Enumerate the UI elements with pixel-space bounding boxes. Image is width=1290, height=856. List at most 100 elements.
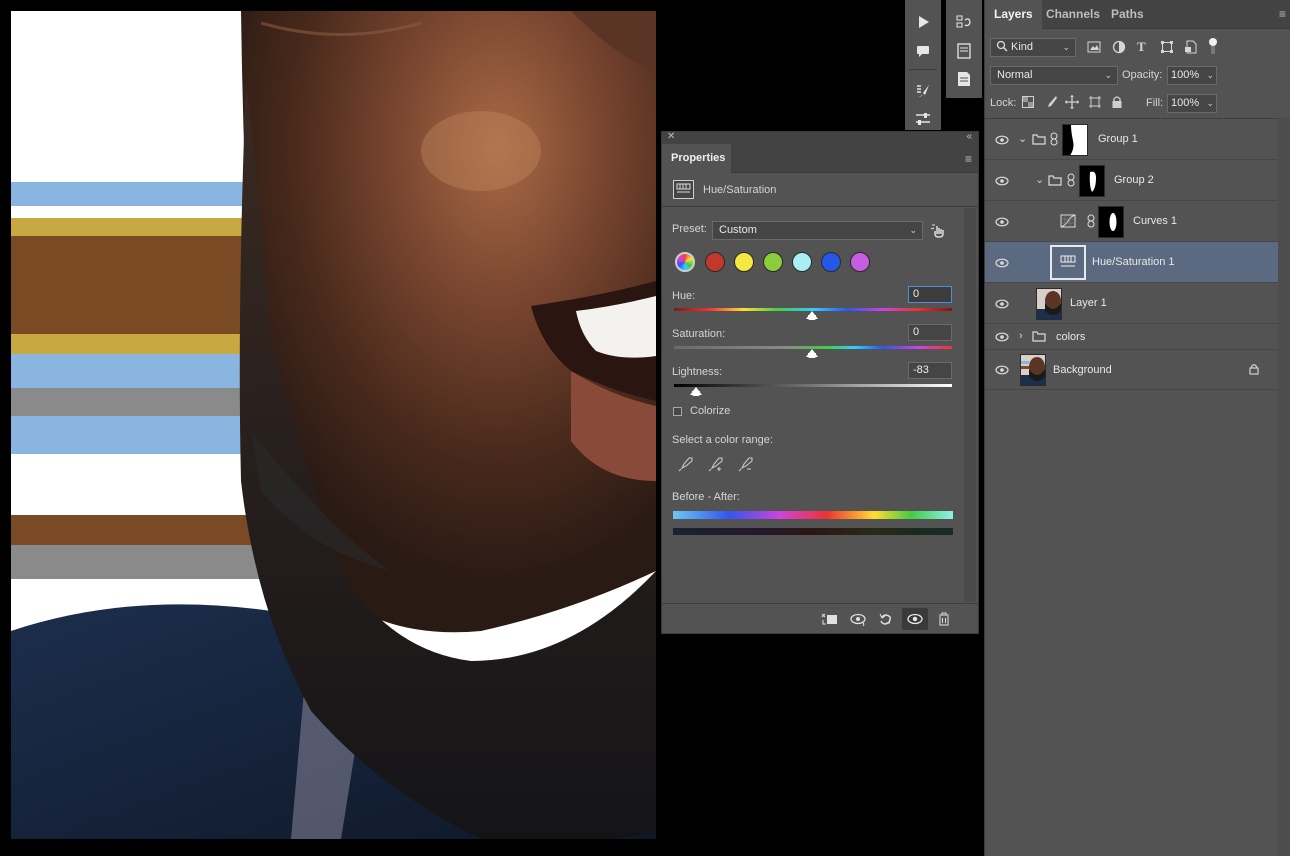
- layer-row-background[interactable]: Background: [985, 350, 1278, 390]
- fill-input[interactable]: 100% ⌄: [1167, 94, 1217, 113]
- layer-thumbnail[interactable]: [1020, 354, 1046, 386]
- preset-label: Preset:: [672, 223, 707, 235]
- saturation-slider-thumb[interactable]: [806, 349, 818, 358]
- saturation-input[interactable]: 0: [908, 324, 952, 341]
- panel-menu-icon[interactable]: ≡: [1279, 7, 1286, 21]
- layer-mask-thumbnail[interactable]: [1062, 124, 1088, 156]
- lock-position-icon[interactable]: [1065, 95, 1079, 112]
- layer-name[interactable]: colors: [1056, 324, 1085, 350]
- swatch-master[interactable]: [675, 252, 695, 272]
- layer-name[interactable]: Hue/Saturation 1: [1092, 242, 1175, 283]
- close-icon[interactable]: ✕: [667, 131, 675, 142]
- eyedropper-add-icon[interactable]: [708, 456, 724, 475]
- properties-titlebar[interactable]: ✕ «: [662, 131, 978, 144]
- opacity-input[interactable]: 100% ⌄: [1167, 66, 1217, 85]
- brush-settings-icon[interactable]: [910, 80, 936, 102]
- layer-name[interactable]: Group 2: [1114, 160, 1154, 201]
- lightness-slider-thumb[interactable]: [690, 387, 702, 396]
- layer-name[interactable]: Group 1: [1098, 119, 1138, 160]
- swatch-cyans[interactable]: [792, 252, 812, 272]
- eye-icon[interactable]: [995, 242, 1009, 283]
- layer-mask-thumbnail[interactable]: [1098, 206, 1124, 238]
- delete-icon[interactable]: [931, 608, 957, 630]
- adjustments-icon[interactable]: [910, 108, 936, 130]
- chevron-down-icon: ⌄: [1206, 98, 1214, 108]
- colorize-checkbox[interactable]: [673, 407, 682, 416]
- lock-transparent-icon[interactable]: [1022, 96, 1034, 111]
- filter-type-icon[interactable]: T: [1137, 39, 1146, 55]
- document-canvas[interactable]: [11, 11, 656, 839]
- eye-icon[interactable]: [995, 350, 1009, 391]
- chevron-down-icon[interactable]: ⌄: [1018, 132, 1027, 145]
- chevron-down-icon: ⌄: [1104, 70, 1112, 80]
- layer-thumbnail[interactable]: [1036, 288, 1062, 320]
- play-icon[interactable]: [910, 11, 936, 33]
- layer-name[interactable]: Layer 1: [1070, 283, 1107, 324]
- swatch-greens[interactable]: [763, 252, 783, 272]
- layer-name[interactable]: Background: [1053, 350, 1112, 390]
- tab-channels[interactable]: Channels: [1037, 0, 1109, 29]
- blend-mode-select[interactable]: Normal ⌄: [990, 66, 1118, 85]
- eye-icon[interactable]: [995, 283, 1009, 324]
- link-icon[interactable]: [1067, 173, 1075, 190]
- clip-to-layer-icon[interactable]: [816, 608, 842, 630]
- reset-icon[interactable]: [873, 608, 899, 630]
- lock-artboard-icon[interactable]: [1088, 95, 1102, 112]
- layer-mask-thumbnail[interactable]: [1079, 165, 1105, 197]
- filter-kind-select[interactable]: Kind ⌄: [990, 38, 1076, 57]
- notes-icon[interactable]: [951, 68, 977, 90]
- link-icon[interactable]: [1050, 132, 1058, 149]
- chevron-down-icon[interactable]: ⌄: [1035, 173, 1044, 186]
- swatch-magentas[interactable]: [850, 252, 870, 272]
- lightness-track[interactable]: [674, 384, 952, 387]
- layer-row-curves-1[interactable]: Curves 1: [985, 201, 1278, 242]
- layer-row-colors[interactable]: › colors: [985, 324, 1278, 350]
- layer-row-hue-saturation-1[interactable]: Hue/Saturation 1: [985, 242, 1278, 283]
- history-icon[interactable]: [951, 11, 977, 33]
- swatch-blues[interactable]: [821, 252, 841, 272]
- canvas-image: [11, 11, 656, 839]
- eye-icon[interactable]: [995, 160, 1009, 201]
- lock-pixels-icon[interactable]: [1044, 95, 1058, 112]
- eyedropper-subtract-icon[interactable]: [738, 456, 754, 475]
- swatch-reds[interactable]: [705, 252, 725, 272]
- filter-pixel-icon[interactable]: [1087, 40, 1101, 57]
- chevron-down-icon: ⌄: [1062, 42, 1070, 52]
- properties-icon[interactable]: [951, 40, 977, 62]
- layer-row-layer-1[interactable]: Layer 1: [985, 283, 1278, 324]
- layers-panel: Layers Channels Paths ≡ Kind ⌄ T Normal …: [984, 0, 1290, 856]
- link-icon[interactable]: [1087, 214, 1095, 231]
- curves-adjustment-icon: [1060, 214, 1076, 231]
- lock-all-icon[interactable]: [1111, 95, 1123, 112]
- eye-icon[interactable]: [995, 201, 1009, 242]
- hue-slider-thumb[interactable]: [806, 311, 818, 320]
- eyedropper-icon[interactable]: [678, 456, 694, 475]
- lightness-input[interactable]: -83: [908, 362, 952, 379]
- panel-menu-icon[interactable]: ≡: [965, 152, 972, 166]
- filter-smart-object-icon[interactable]: [1184, 40, 1198, 57]
- comment-icon[interactable]: [910, 40, 936, 62]
- eye-icon[interactable]: [995, 119, 1009, 160]
- chevron-down-icon: ⌄: [1206, 70, 1214, 80]
- layer-name[interactable]: Curves 1: [1133, 201, 1177, 242]
- chevron-right-icon[interactable]: ›: [1019, 330, 1023, 342]
- tab-properties[interactable]: Properties: [662, 144, 731, 173]
- toggle-visibility-icon[interactable]: [902, 608, 928, 630]
- targeted-adjustment-icon[interactable]: [930, 221, 948, 239]
- swatch-yellows[interactable]: [734, 252, 754, 272]
- tab-paths[interactable]: Paths: [1102, 0, 1153, 29]
- filter-toggle-icon[interactable]: [1208, 38, 1218, 54]
- preset-select[interactable]: Custom ⌄: [712, 221, 923, 240]
- layer-row-group-1[interactable]: ⌄ Group 1: [985, 119, 1278, 160]
- filter-shape-icon[interactable]: [1160, 40, 1174, 57]
- layers-scrollbar[interactable]: [1278, 118, 1290, 856]
- tab-layers[interactable]: Layers: [985, 0, 1042, 29]
- hue-input[interactable]: 0: [908, 286, 952, 303]
- filter-adjustment-icon[interactable]: [1112, 40, 1126, 57]
- view-previous-state-icon[interactable]: [845, 608, 871, 630]
- collapse-icon[interactable]: «: [966, 131, 972, 142]
- properties-body: Preset: Custom ⌄ Hue: 0 Saturation: 0 Li…: [662, 208, 978, 602]
- properties-scrollbar[interactable]: [964, 208, 976, 602]
- layer-row-group-2[interactable]: ⌄ Group 2: [985, 160, 1278, 201]
- hue-saturation-layer-icon[interactable]: [1050, 245, 1086, 280]
